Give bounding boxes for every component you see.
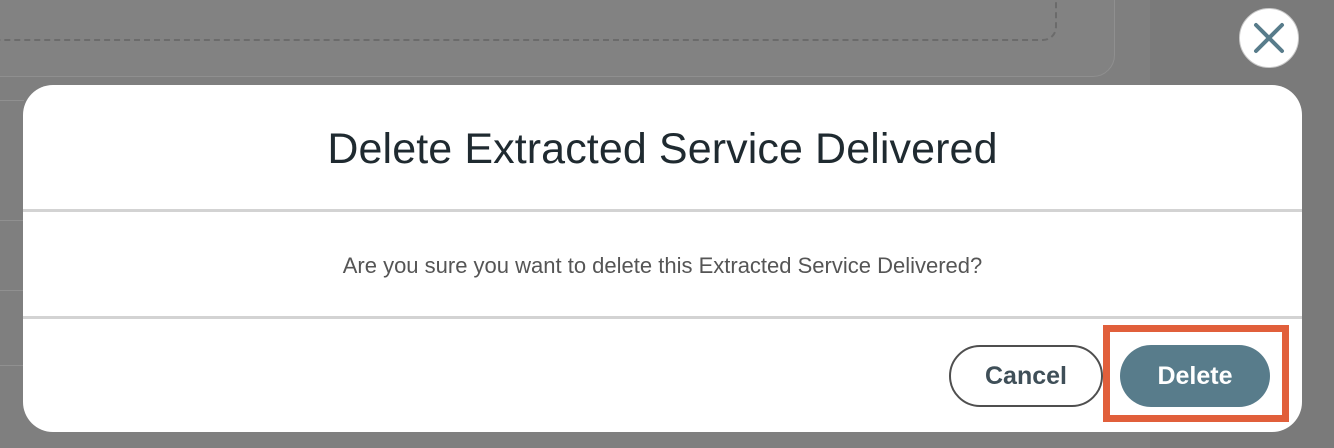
close-button[interactable] [1239, 8, 1299, 68]
background-divider [0, 100, 24, 101]
delete-button[interactable]: Delete [1120, 345, 1270, 407]
close-icon [1254, 23, 1284, 53]
dialog-header: Delete Extracted Service Delivered [23, 85, 1302, 209]
background-divider [0, 220, 24, 221]
background-dropzone [0, 0, 1057, 41]
delete-confirmation-dialog: Delete Extracted Service Delivered Are y… [23, 85, 1302, 432]
dialog-body: Are you sure you want to delete this Ext… [23, 212, 1302, 316]
dialog-message: Are you sure you want to delete this Ext… [342, 253, 983, 278]
cancel-button[interactable]: Cancel [949, 345, 1103, 407]
footer-divider [23, 316, 1302, 319]
screen: Delete Extracted Service Delivered Are y… [0, 0, 1334, 448]
dialog-title: Delete Extracted Service Delivered [327, 124, 998, 173]
background-divider [0, 365, 24, 366]
background-divider [0, 290, 24, 291]
